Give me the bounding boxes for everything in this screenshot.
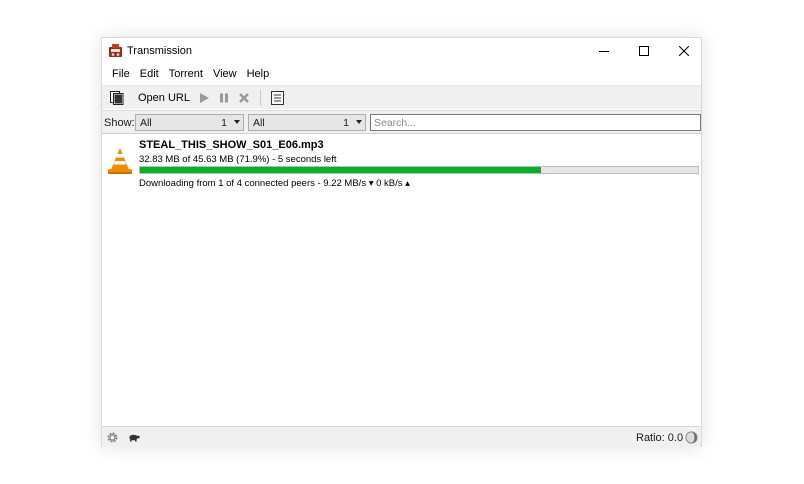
toolbar: Open URL [102, 85, 701, 109]
open-torrent-icon [110, 90, 124, 105]
tracker-filter-dropdown[interactable]: All 1 [248, 114, 366, 131]
minimize-button[interactable] [584, 38, 624, 64]
menu-help[interactable]: Help [242, 66, 275, 84]
torrent-progress-text: 32.83 MB of 45.63 MB (71.9%) - 5 seconds… [139, 154, 337, 165]
chevron-down-icon [234, 120, 240, 124]
start-button[interactable] [194, 88, 214, 108]
torrent-name: STEAL_THIS_SHOW_S01_E06.mp3 [139, 139, 324, 151]
gear-icon[interactable] [106, 431, 119, 444]
ratio-icon[interactable] [685, 431, 698, 444]
close-button[interactable] [664, 38, 704, 64]
title-bar[interactable]: Transmission [102, 38, 701, 64]
maximize-icon [639, 46, 649, 56]
minimize-icon [599, 51, 609, 52]
properties-button[interactable] [267, 88, 288, 108]
close-icon [679, 46, 689, 56]
show-label: Show: [104, 117, 135, 129]
torrent-row[interactable]: STEAL_THIS_SHOW_S01_E06.mp3 32.83 MB of … [102, 135, 701, 190]
turtle-icon[interactable] [128, 433, 140, 442]
pause-icon [219, 93, 228, 102]
transmission-app-icon [109, 44, 122, 57]
maximize-button[interactable] [624, 38, 664, 64]
play-icon [199, 92, 209, 103]
properties-icon [270, 90, 284, 105]
progress-bar-fill [140, 167, 542, 173]
app-window: Transmission File Edit Torrent View Help… [101, 37, 702, 447]
tracker-filter-count: 1 [343, 117, 349, 129]
toolbar-separator [259, 89, 261, 106]
filter-bar: Show: All 1 All 1 [102, 110, 701, 134]
torrent-status-text: Downloading from 1 of 4 connected peers … [139, 178, 410, 189]
open-url-button[interactable]: Open URL [128, 88, 194, 108]
menu-bar: File Edit Torrent View Help [102, 66, 701, 84]
menu-view[interactable]: View [208, 66, 242, 84]
chevron-down-icon [356, 120, 362, 124]
search-input[interactable] [370, 114, 701, 131]
tracker-filter-value: All [253, 117, 265, 129]
remove-button[interactable] [234, 88, 254, 108]
menu-file[interactable]: File [107, 66, 135, 84]
status-filter-value: All [140, 117, 152, 129]
status-filter-dropdown[interactable]: All 1 [135, 114, 244, 131]
menu-torrent[interactable]: Torrent [164, 66, 208, 84]
vlc-cone-icon [108, 148, 132, 174]
window-title: Transmission [127, 45, 192, 57]
progress-bar [139, 166, 699, 174]
remove-icon [239, 92, 249, 103]
menu-edit[interactable]: Edit [135, 66, 164, 84]
open-torrent-button[interactable] [106, 88, 128, 108]
ratio-label[interactable]: Ratio: 0.0 [636, 432, 683, 444]
open-url-label: Open URL [138, 91, 190, 104]
torrent-list[interactable]: STEAL_THIS_SHOW_S01_E06.mp3 32.83 MB of … [102, 135, 701, 425]
status-filter-count: 1 [221, 117, 227, 129]
pause-button[interactable] [214, 88, 234, 108]
status-bar: Ratio: 0.0 [102, 426, 701, 447]
